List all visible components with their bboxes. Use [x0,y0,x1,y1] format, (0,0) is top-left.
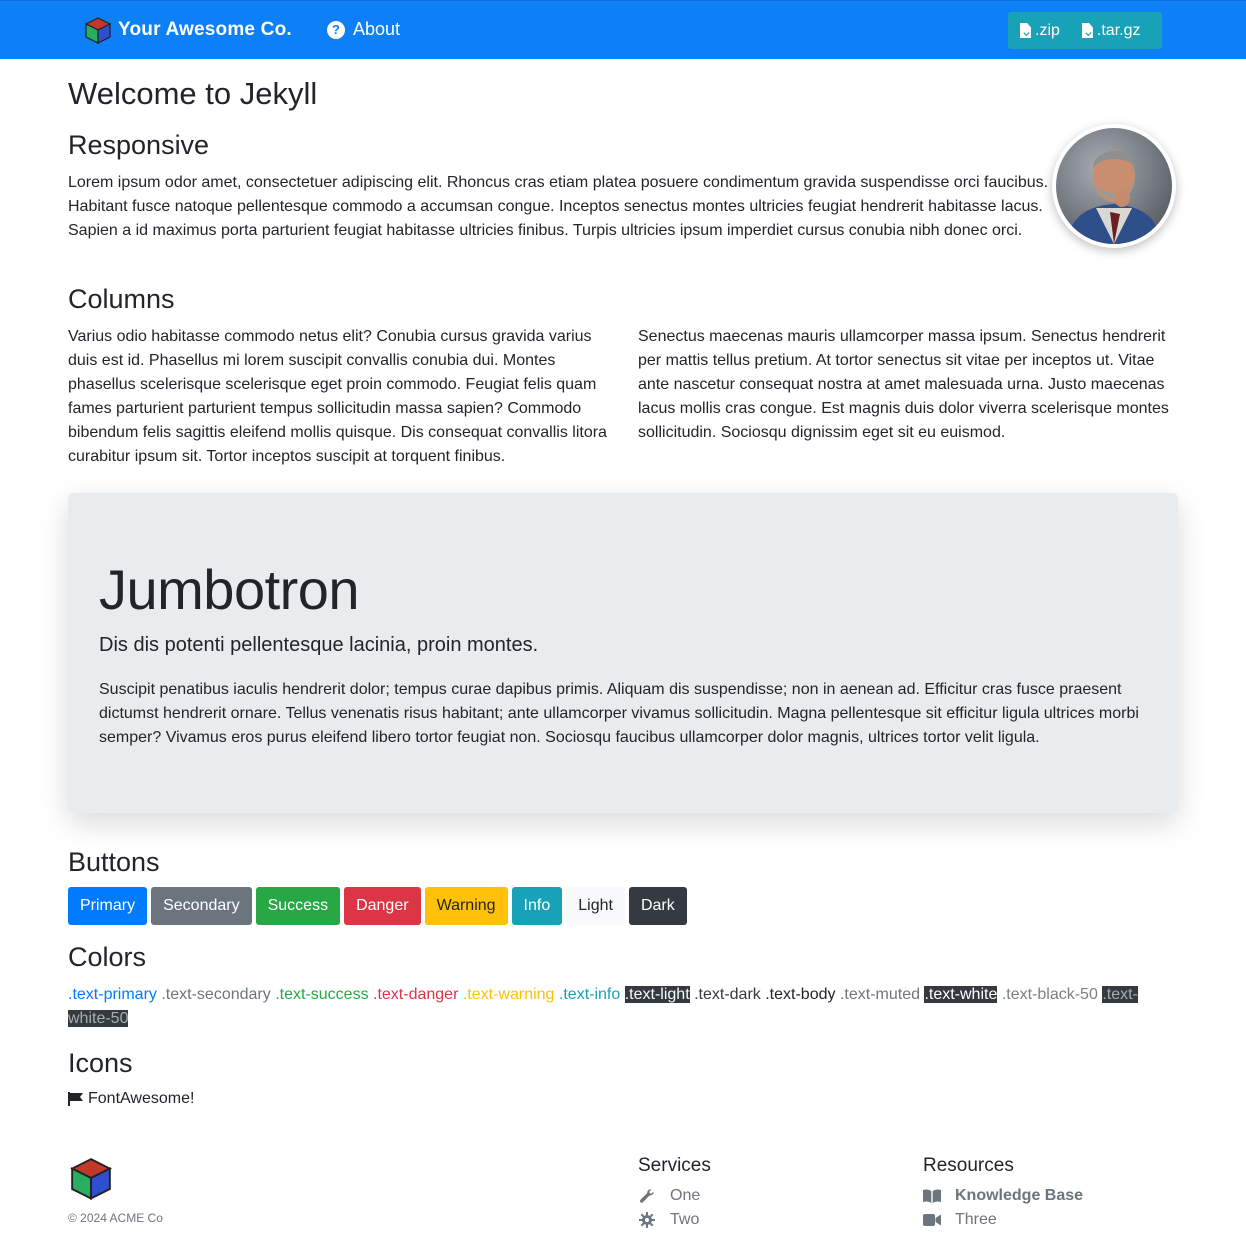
color-sample: .text-primary [68,986,157,1003]
nav-about-label: About [353,19,401,39]
color-sample: .text-danger [373,986,459,1003]
color-sample: .text-success [275,986,369,1003]
video-icon [923,1212,941,1228]
column-left-text: Varius odio habitasse commodo netus elit… [68,328,607,465]
download-button-group: .zip .tar.gz [1008,12,1162,49]
page-title: Welcome to Jekyll [68,76,318,111]
resources-heading: Resources [923,1155,1014,1176]
footer-link-label: One [670,1187,701,1204]
gear-icon [638,1212,656,1228]
columns-heading: Columns [68,284,175,314]
color-sample: .text-info [558,986,621,1003]
avatar [1052,124,1176,248]
footer-link-label: Three [955,1211,997,1228]
flag-icon [68,1092,83,1106]
color-sample: .text-warning [462,986,555,1003]
color-sample: .text-dark [694,986,761,1003]
color-sample: .text-secondary [161,986,271,1003]
footer-link-one[interactable]: One [638,1187,700,1205]
light-button[interactable]: Light [566,887,625,925]
color-samples: .text-primary .text-secondary .text-succ… [68,983,1178,1031]
jumbotron-text: Suscipit penatibus iaculis hendrerit dol… [99,681,1139,746]
responsive-paragraph: Lorem ipsum odor amet, consectetuer adip… [68,174,1049,239]
footer-link-three[interactable]: Three [923,1211,997,1229]
colors-heading: Colors [68,942,147,972]
download-targz-button[interactable]: .tar.gz [1081,21,1141,40]
button-row: Primary Secondary Success Danger Warning… [68,887,691,925]
download-zip-label: .zip [1035,21,1060,39]
primary-button[interactable]: Primary [68,887,148,925]
buttons-heading: Buttons [68,847,160,877]
icon-example-label: FontAwesome! [88,1090,195,1107]
cube-logo-icon [84,17,112,44]
column-right-text: Senectus maecenas mauris ullamcorper mas… [638,328,1169,441]
info-button[interactable]: Info [511,887,563,925]
navbar: Your Awesome Co. ? About .zip .tar.gz [0,0,1246,59]
jumbotron-lead: Dis dis potenti pellentesque lacinia, pr… [99,634,539,656]
icon-example: FontAwesome! [68,1090,194,1108]
footer-link-knowledge-base[interactable]: Knowledge Base [923,1187,1083,1205]
color-sample: .text-muted [839,986,920,1003]
brand-name: Your Awesome Co. [118,19,292,40]
file-download-icon [1081,23,1093,38]
icons-heading: Icons [68,1048,133,1078]
footer-link-label: Two [670,1211,700,1228]
warning-button[interactable]: Warning [424,887,508,925]
color-sample: .text-body [765,986,836,1003]
color-sample: .text-white [924,986,998,1003]
color-sample: .text-black-50 [1001,986,1098,1003]
question-circle-icon: ? [327,20,345,39]
footer-link-two[interactable]: Two [638,1211,699,1229]
jumbotron-title: Jumbotron [99,558,360,621]
brand-link[interactable]: Your Awesome Co. [84,16,292,44]
color-sample: .text-light [624,986,690,1003]
danger-button[interactable]: Danger [344,887,421,925]
download-targz-label: .tar.gz [1096,21,1141,39]
cube-logo-icon [70,1158,112,1200]
jumbotron: Jumbotron Dis dis potenti pellentesque l… [68,493,1178,813]
responsive-heading: Responsive [68,130,210,160]
nav-about-link[interactable]: ? About [327,19,400,40]
wrench-icon [638,1188,656,1204]
download-zip-button[interactable]: .zip [1020,22,1060,40]
services-heading: Services [638,1155,711,1176]
book-icon [923,1188,941,1204]
footer-logo [68,1156,114,1205]
avatar-photo [1056,128,1172,244]
footer-link-label: Knowledge Base [955,1187,1084,1204]
dark-button[interactable]: Dark [628,887,687,925]
copyright-text: © 2024 ACME Co [68,1211,163,1225]
secondary-button[interactable]: Secondary [151,887,252,925]
file-download-icon [1020,23,1031,38]
success-button[interactable]: Success [255,887,341,925]
